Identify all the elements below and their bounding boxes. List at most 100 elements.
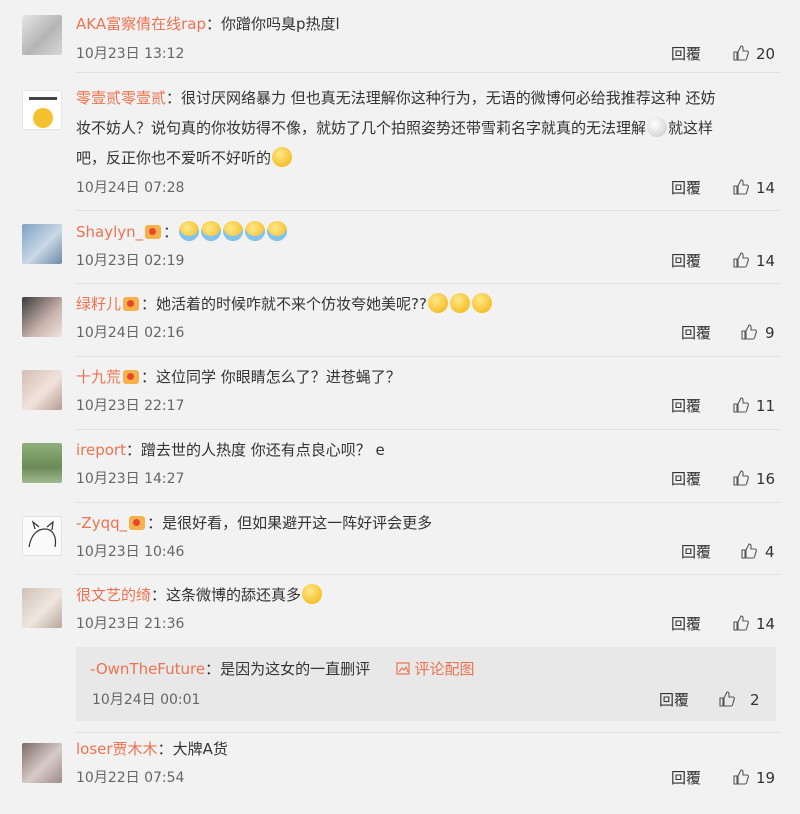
username-link[interactable]: Shaylyn_ <box>76 223 143 241</box>
thumbs-up-icon[interactable] <box>733 397 749 413</box>
like-count: 2 <box>750 691 760 709</box>
timestamp: 10月23日 02:19 <box>76 253 185 269</box>
avatar[interactable] <box>22 588 62 628</box>
avatar[interactable] <box>22 90 62 130</box>
vip-badge-icon <box>123 370 140 384</box>
sub-reply-text-line: -OwnTheFuture：是因为这女的一直删评 评论配图 <box>90 656 474 682</box>
avatar[interactable] <box>22 370 62 410</box>
like-count: 14 <box>756 179 776 197</box>
like-count: 14 <box>756 615 776 633</box>
avatar[interactable] <box>22 15 62 55</box>
username-link[interactable]: 十九荒 <box>76 368 121 386</box>
username-link[interactable]: 绿籽儿 <box>76 295 121 313</box>
crying-emoji-icon <box>245 221 266 241</box>
timestamp: 10月24日 02:16 <box>76 325 185 341</box>
comment-image-link[interactable]: 评论配图 <box>414 660 474 678</box>
comment-text-line: AKA富察倩在线rap：你蹭你吗臭p热度l <box>76 10 780 38</box>
vip-badge-icon <box>129 516 146 530</box>
comment-text: ：这条微博的舔还真多 <box>151 586 302 604</box>
reply-button[interactable]: 回覆 <box>659 690 689 710</box>
timestamp: 10月23日 10:46 <box>76 544 185 560</box>
timestamp: 10月22日 07:54 <box>76 770 185 786</box>
comment-text: ：是很好看，但如果避开这一阵好评会更多 <box>147 514 433 532</box>
vip-badge-icon <box>145 225 162 239</box>
comment-text: ：这位同学 你眼睛怎么了？进苍蝇了？ <box>141 368 401 386</box>
crying-emoji-icon <box>179 221 200 241</box>
comment-text-line: 很文艺的绮：这条微博的舔还真多 <box>76 581 780 609</box>
comment-text: 吧，反正你也不爱听不好听的 <box>76 149 272 167</box>
like-count: 14 <box>756 252 776 270</box>
like-count: 4 <box>765 543 775 561</box>
shy-emoji-icon <box>302 584 323 604</box>
like-count: 20 <box>756 45 776 63</box>
thumbs-up-icon[interactable] <box>733 769 749 785</box>
timestamp: 10月23日 13:12 <box>76 46 185 62</box>
thumbs-up-icon[interactable] <box>733 179 749 195</box>
reply-button[interactable]: 回覆 <box>671 768 701 788</box>
cat-drawing-icon <box>28 520 57 548</box>
divider <box>76 502 780 503</box>
timestamp: 10月23日 22:17 <box>76 398 185 414</box>
comment-text-line: ireport：蹭去世的人热度 你还有点良心呗？ e <box>76 436 780 464</box>
thumbs-up-icon[interactable] <box>741 324 757 340</box>
divider <box>76 356 780 357</box>
timestamp: 10月23日 21:36 <box>76 616 185 632</box>
timestamp: 10月24日 07:28 <box>76 180 185 196</box>
reply-button[interactable]: 回覆 <box>681 542 711 562</box>
divider <box>76 72 780 73</box>
thumbs-up-icon[interactable] <box>733 45 749 61</box>
comment-text: ： <box>163 223 179 241</box>
reply-button[interactable]: 回覆 <box>671 44 701 64</box>
reply-button[interactable]: 回覆 <box>671 396 701 416</box>
grin-emoji-icon <box>427 293 448 313</box>
image-icon[interactable] <box>396 662 410 675</box>
divider <box>76 283 780 284</box>
comment-text-line: 零壹贰零壹贰：很讨厌网络暴力 但也真无法理解你这种行为，无语的微博何必给我推荐这… <box>76 84 780 112</box>
timestamp: 10月24日 00:01 <box>92 692 201 708</box>
username-link[interactable]: -OwnTheFuture <box>90 660 205 678</box>
comment-text: ：是因为这女的一直删评 <box>205 660 371 678</box>
like-count: 9 <box>765 324 775 342</box>
divider <box>76 732 780 733</box>
thumbs-up-icon[interactable] <box>733 615 749 631</box>
thumbs-up-icon[interactable] <box>719 691 735 707</box>
crying-emoji-icon <box>223 221 244 241</box>
thumbs-up-icon[interactable] <box>733 470 749 486</box>
avatar[interactable] <box>22 224 62 264</box>
username-link[interactable]: 很文艺的绮 <box>76 586 151 604</box>
username-link[interactable]: 零壹贰零壹贰 <box>76 89 166 107</box>
reply-button[interactable]: 回覆 <box>671 469 701 489</box>
comment-text: ：蹭去世的人热度 你还有点良心呗？ e <box>125 441 385 459</box>
avatar[interactable] <box>22 297 62 337</box>
reply-button[interactable]: 回覆 <box>671 178 701 198</box>
username-link[interactable]: AKA富察倩在线rap <box>76 15 206 33</box>
smile-emoji-icon <box>272 147 293 167</box>
thumbs-up-icon[interactable] <box>741 543 757 559</box>
avatar[interactable] <box>22 516 62 556</box>
avatar[interactable] <box>22 443 62 483</box>
thumbs-up-icon[interactable] <box>733 252 749 268</box>
sub-reply-box: -OwnTheFuture：是因为这女的一直删评 评论配图 10月24日 00:… <box>76 647 776 721</box>
comment-text: ：她活着的时候咋就不来个仿妆夸她美呢?? <box>141 295 427 313</box>
comment-text: ：你蹭你吗臭p热度l <box>205 15 340 33</box>
vip-badge-icon <box>123 297 140 311</box>
username-link[interactable]: loser贾木木 <box>76 740 158 758</box>
grin-emoji-icon <box>471 293 492 313</box>
comment-text: 就这样 <box>668 119 714 137</box>
comment-text: 妆不妨人？说句真的你妆妨得不像，就妨了几个拍照姿势还带雪莉名字就真的无法理解 <box>76 119 647 137</box>
reply-button[interactable]: 回覆 <box>671 614 701 634</box>
like-count: 11 <box>756 397 776 415</box>
timestamp: 10月23日 14:27 <box>76 471 185 487</box>
username-link[interactable]: -Zyqq_ <box>76 514 127 532</box>
divider <box>76 574 780 575</box>
comment-text-line: 十九荒 ：这位同学 你眼睛怎么了？进苍蝇了？ <box>76 363 780 391</box>
avatar[interactable] <box>22 743 62 783</box>
divider <box>76 429 780 430</box>
reply-button[interactable]: 回覆 <box>681 323 711 343</box>
crying-emoji-icon <box>201 221 222 241</box>
crying-emoji-icon <box>267 221 288 241</box>
comment-text-line: 吧，反正你也不爱听不好听的 <box>76 144 780 172</box>
reply-button[interactable]: 回覆 <box>671 251 701 271</box>
username-link[interactable]: ireport <box>76 441 126 459</box>
grin-emoji-icon <box>449 293 470 313</box>
